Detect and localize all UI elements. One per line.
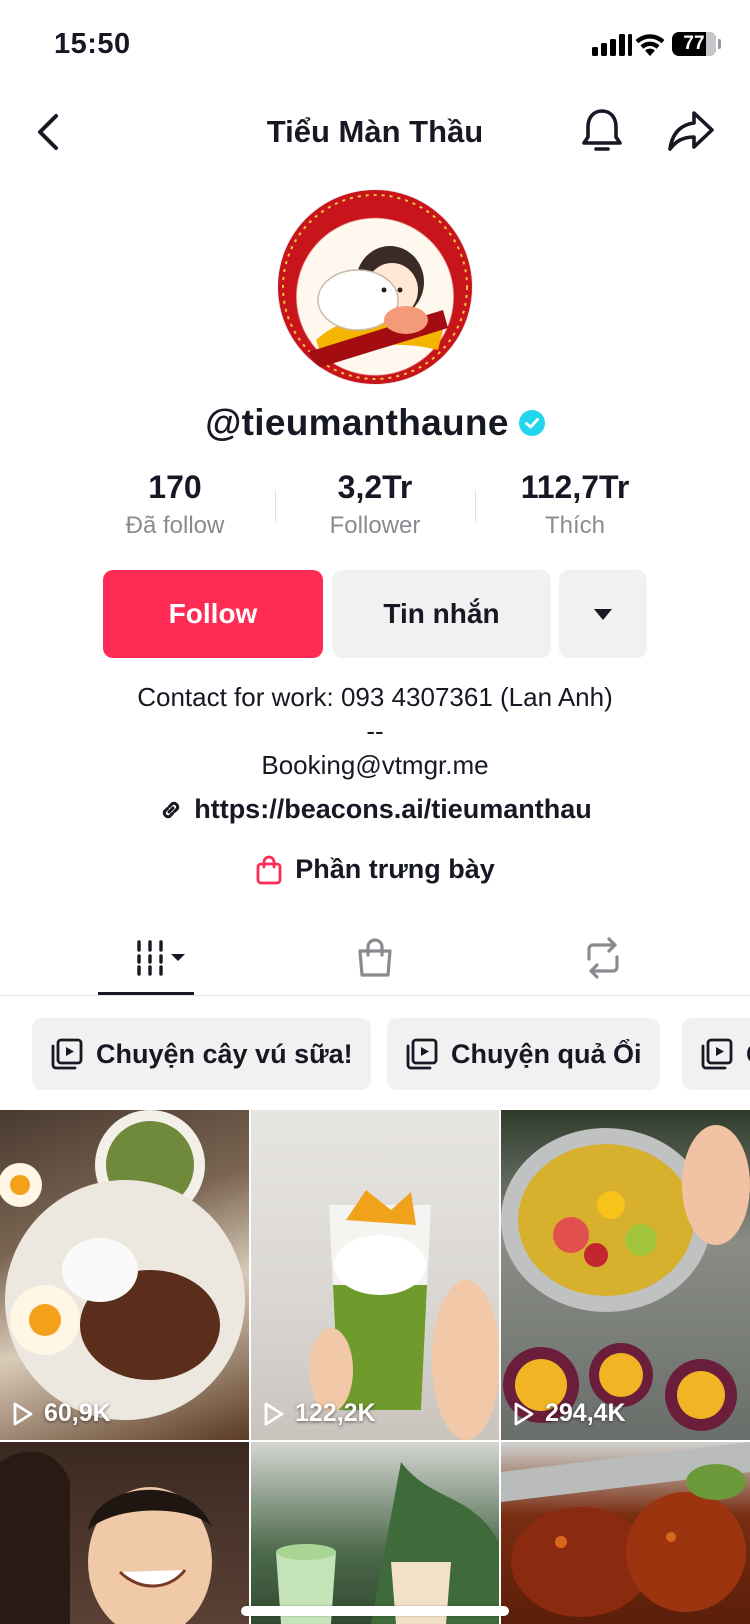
share-button[interactable]: [666, 108, 716, 154]
share-arrow-icon: [668, 111, 714, 151]
verified-badge-icon: [518, 410, 545, 436]
message-button[interactable]: Tin nhắn: [332, 570, 551, 658]
username: @tieumanthaune: [205, 402, 509, 443]
stat-value: 170: [148, 469, 202, 505]
wifi-icon: [634, 30, 666, 58]
stat-likes: 112,7Tr Thích: [475, 468, 675, 540]
shopping-bag-icon: [358, 938, 392, 977]
showcase-link[interactable]: Phần trưng bày: [0, 854, 750, 885]
profile-avatar[interactable]: [278, 190, 472, 384]
caret-down-icon: [594, 608, 612, 620]
playlist-icon: [701, 1038, 733, 1070]
page-title: Tiểu Màn Thầu: [266, 114, 484, 149]
status-bar: 15:50 77: [0, 0, 750, 90]
profile-stats: 170 Đã follow 3,2Tr Follower 112,7Tr Thí…: [75, 468, 675, 540]
battery-level-text: 77: [683, 33, 705, 54]
view-count-text: 122,2K: [295, 1399, 376, 1427]
cellular-signal-icon: [592, 34, 634, 56]
video-thumbnail[interactable]: [251, 1442, 499, 1624]
bio-line: Booking@vtmgr.me: [261, 750, 489, 780]
playlist-chip[interactable]: C: [682, 1018, 750, 1090]
top-nav: Tiểu Màn Thầu: [0, 96, 750, 168]
tab-reposts[interactable]: [478, 920, 728, 996]
play-icon: [264, 1402, 284, 1425]
video-thumbnail[interactable]: 60,9K: [0, 1110, 249, 1440]
bio: Contact for work: 093 4307361 (Lan Anh) …: [0, 680, 750, 782]
stat-label: Thích: [544, 512, 606, 539]
drink-thumbnail-image: [309, 1190, 499, 1440]
view-count: 294,4K: [513, 1399, 626, 1428]
drink-thumbnail-image: [276, 1462, 499, 1624]
tab-videos[interactable]: [36, 920, 286, 996]
suggested-accounts-button[interactable]: [559, 570, 647, 658]
view-count: 60,9K: [12, 1399, 111, 1428]
battery-icon: 77: [672, 32, 716, 56]
playlist-chip[interactable]: Chuyện quả Ổi: [387, 1018, 660, 1090]
bio-link-text: https://beacons.ai/tieumanthau: [194, 794, 592, 824]
playlist-chip[interactable]: Chuyện cây vú sữa!: [32, 1018, 371, 1090]
chicken-thumbnail-image: [501, 1442, 750, 1617]
grid-videos-icon: [137, 940, 185, 976]
active-tab-indicator: [98, 992, 194, 995]
stat-value: 112,7Tr: [520, 469, 630, 505]
avatar-illustration: [282, 194, 468, 380]
playlist-icon: [406, 1038, 438, 1070]
profile-tabs: [0, 920, 750, 996]
playlist-label: Chuyện quả Ổi: [451, 1038, 642, 1069]
tab-shop[interactable]: [250, 920, 500, 996]
stat-label: Đã follow: [125, 512, 225, 539]
view-count-text: 294,4K: [545, 1399, 626, 1427]
bio-line: --: [366, 716, 384, 746]
stat-value: 3,2Tr: [337, 469, 413, 505]
showcase-label: Phần trưng bày: [295, 854, 495, 884]
video-thumbnail[interactable]: [0, 1442, 249, 1624]
battery-tip: [718, 39, 721, 49]
notification-button[interactable]: [580, 106, 624, 156]
view-count: 122,2K: [263, 1399, 376, 1428]
stat-followers[interactable]: 3,2Tr Follower: [275, 468, 475, 540]
bell-icon: [582, 109, 622, 151]
repost-icon: [587, 937, 619, 979]
video-thumbnail[interactable]: 294,4K: [501, 1110, 750, 1440]
playlist-label: C: [746, 1039, 750, 1070]
video-thumbnail[interactable]: [501, 1442, 750, 1624]
person-thumbnail-image: [0, 1451, 212, 1624]
fruit-thumbnail-image: [501, 1125, 750, 1431]
video-thumbnail[interactable]: 122,2K: [251, 1110, 499, 1440]
video-grid: 60,9K 122,2K 294,4K: [0, 1110, 750, 1624]
play-icon: [514, 1402, 534, 1425]
follow-button[interactable]: Follow: [103, 570, 323, 658]
status-time: 15:50: [54, 28, 131, 60]
playlist-chips: Chuyện cây vú sữa! Chuyện quả Ổi C: [32, 1018, 750, 1090]
bio-line: Contact for work: 093 4307361 (Lan Anh): [137, 682, 613, 712]
bio-link[interactable]: https://beacons.ai/tieumanthau: [0, 794, 750, 825]
food-thumbnail-image: [0, 1110, 245, 1420]
view-count-text: 60,9K: [44, 1399, 111, 1427]
home-indicator[interactable]: [241, 1606, 509, 1616]
stat-label: Follower: [329, 512, 421, 539]
link-icon: [163, 801, 180, 818]
playlist-icon: [51, 1038, 83, 1070]
shopping-bag-icon: [256, 855, 282, 884]
stat-following[interactable]: 170 Đã follow: [75, 468, 275, 540]
play-icon: [13, 1402, 33, 1425]
playlist-label: Chuyện cây vú sữa!: [96, 1038, 353, 1069]
username-row: @tieumanthaune: [0, 402, 750, 444]
